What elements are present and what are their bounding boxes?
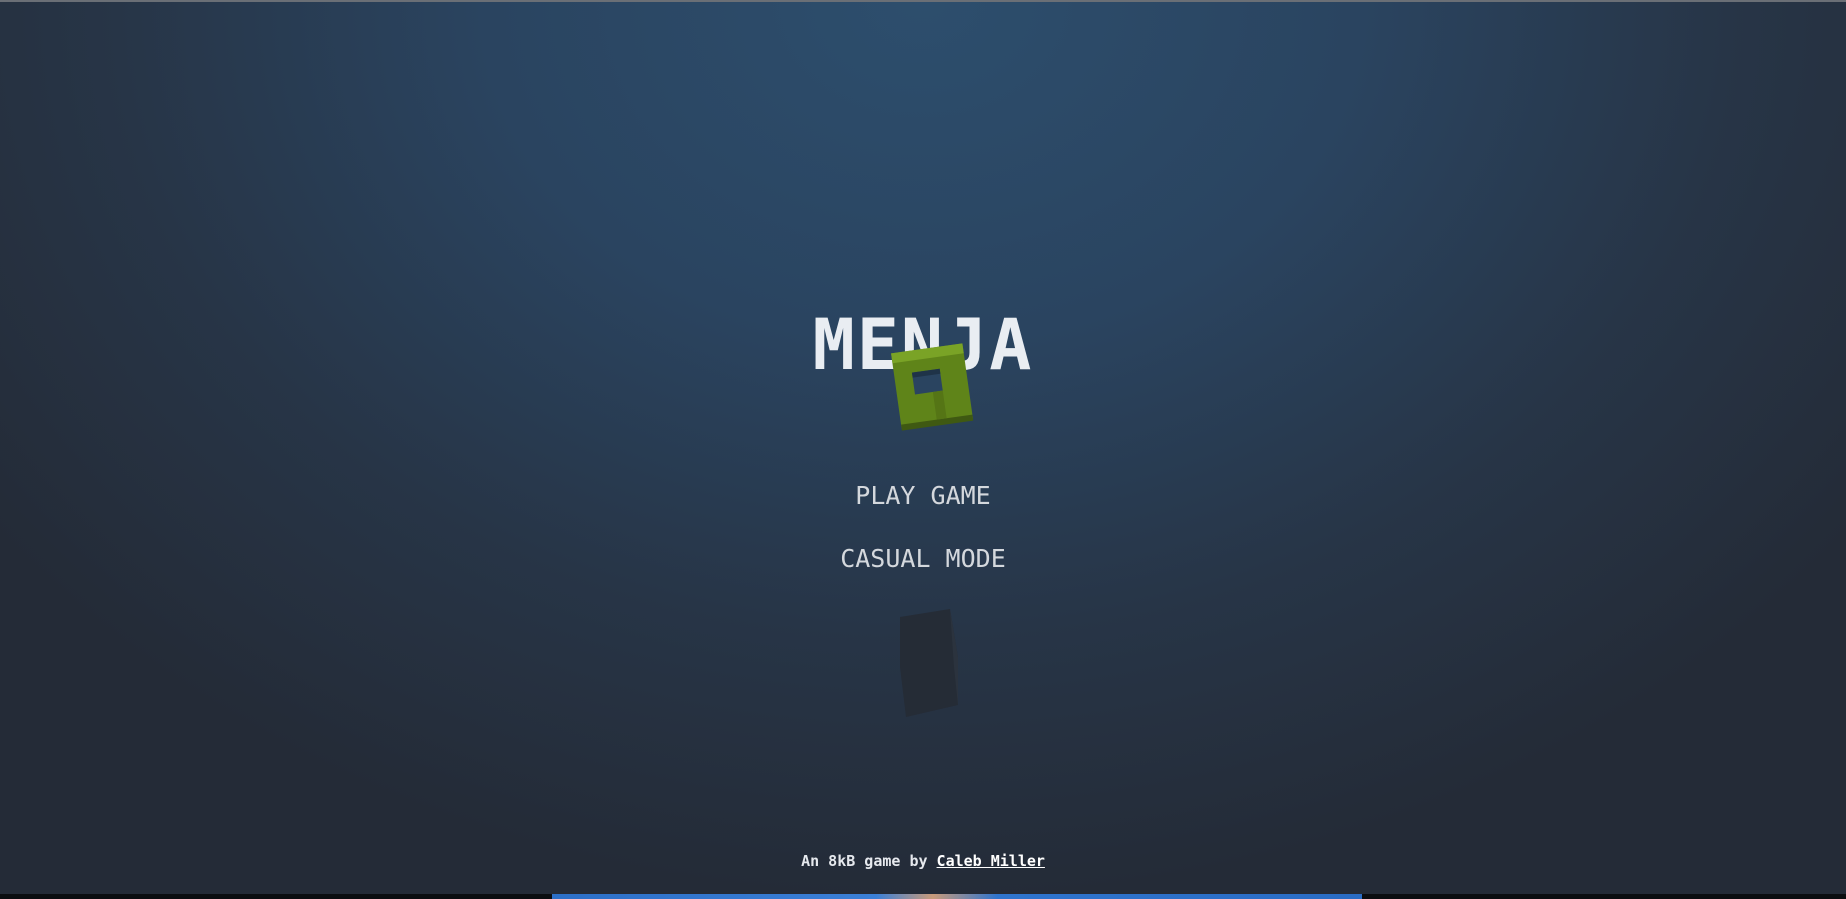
credits-footer: An 8kB game by Caleb Miller bbox=[0, 850, 1846, 872]
window-top-border bbox=[0, 0, 1846, 2]
game-canvas[interactable]: MENJA PLAY GAME CASUAL MODE An 8kB game … bbox=[0, 0, 1846, 894]
green-cube-icon bbox=[891, 343, 974, 431]
casual-mode-button[interactable]: CASUAL MODE bbox=[0, 542, 1846, 576]
dark-cube-icon bbox=[900, 609, 958, 717]
credits-prefix: An 8kB game by bbox=[801, 852, 937, 870]
play-game-button[interactable]: PLAY GAME bbox=[0, 479, 1846, 513]
bottom-image-edge bbox=[552, 894, 1362, 899]
author-link[interactable]: Caleb Miller bbox=[937, 852, 1045, 870]
